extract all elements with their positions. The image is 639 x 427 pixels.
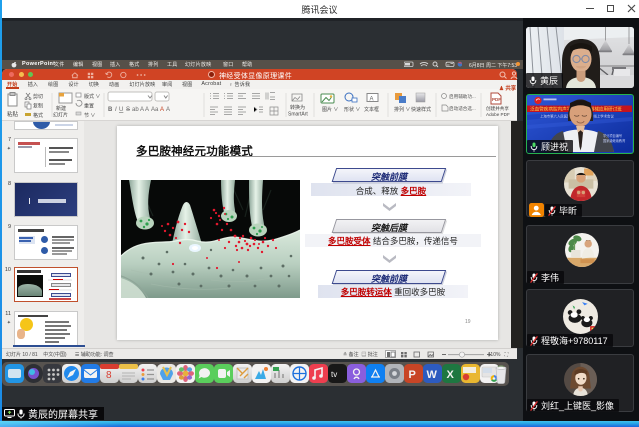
svg-text:W: W — [427, 369, 438, 381]
svg-text:8: 8 — [106, 370, 112, 381]
svg-text:学分项目编号: 学分项目编号 — [603, 133, 622, 138]
svg-text:I: I — [115, 107, 117, 113]
svg-text:P: P — [409, 369, 416, 381]
svg-text:格式: 格式 — [33, 112, 43, 119]
svg-text:节 ∨: 节 ∨ — [84, 113, 95, 119]
svg-text:A: A — [140, 107, 144, 113]
svg-text:A: A — [145, 107, 149, 113]
svg-text:粘贴: 粘贴 — [7, 110, 19, 118]
svg-text:快速样式: 快速样式 — [411, 106, 431, 113]
svg-text:启用辅助功...: 启用辅助功... — [449, 93, 476, 100]
svg-text:PDF: PDF — [492, 97, 501, 102]
svg-text:A: A — [166, 107, 170, 113]
svg-text:形状 ∨: 形状 ∨ — [344, 106, 360, 113]
svg-text:复制: 复制 — [33, 103, 43, 110]
svg-text:X: X — [447, 369, 455, 381]
svg-text:tv: tv — [331, 370, 337, 379]
svg-text:U: U — [119, 107, 123, 113]
svg-text:剪切: 剪切 — [33, 93, 43, 100]
svg-text:启动适合选...: 启动适合选... — [449, 105, 476, 112]
svg-text:国家级继续教育: 国家级继续教育 — [603, 138, 625, 143]
svg-text:幻灯片: 幻灯片 — [53, 112, 68, 119]
svg-text:新建: 新建 — [56, 105, 66, 112]
svg-text:A: A — [160, 107, 164, 113]
svg-text:图片 ∨: 图片 ∨ — [322, 106, 338, 113]
svg-text:Adobe PDF: Adobe PDF — [486, 112, 510, 117]
svg-text:SmartArt: SmartArt — [288, 112, 308, 118]
svg-text:排列 ∨: 排列 ∨ — [394, 106, 410, 113]
svg-text:ab: ab — [132, 107, 139, 113]
svg-text:重置: 重置 — [84, 103, 94, 110]
svg-text:A: A — [370, 97, 374, 103]
svg-text:转换为: 转换为 — [290, 104, 305, 111]
svg-text:版式 ∨: 版式 ∨ — [84, 93, 100, 100]
svg-text:B: B — [108, 107, 113, 113]
svg-text:创建并共享: 创建并共享 — [486, 105, 509, 112]
svg-text:文本框: 文本框 — [364, 106, 379, 113]
svg-text:Aa: Aa — [151, 107, 159, 113]
svg-text:S: S — [126, 107, 130, 113]
